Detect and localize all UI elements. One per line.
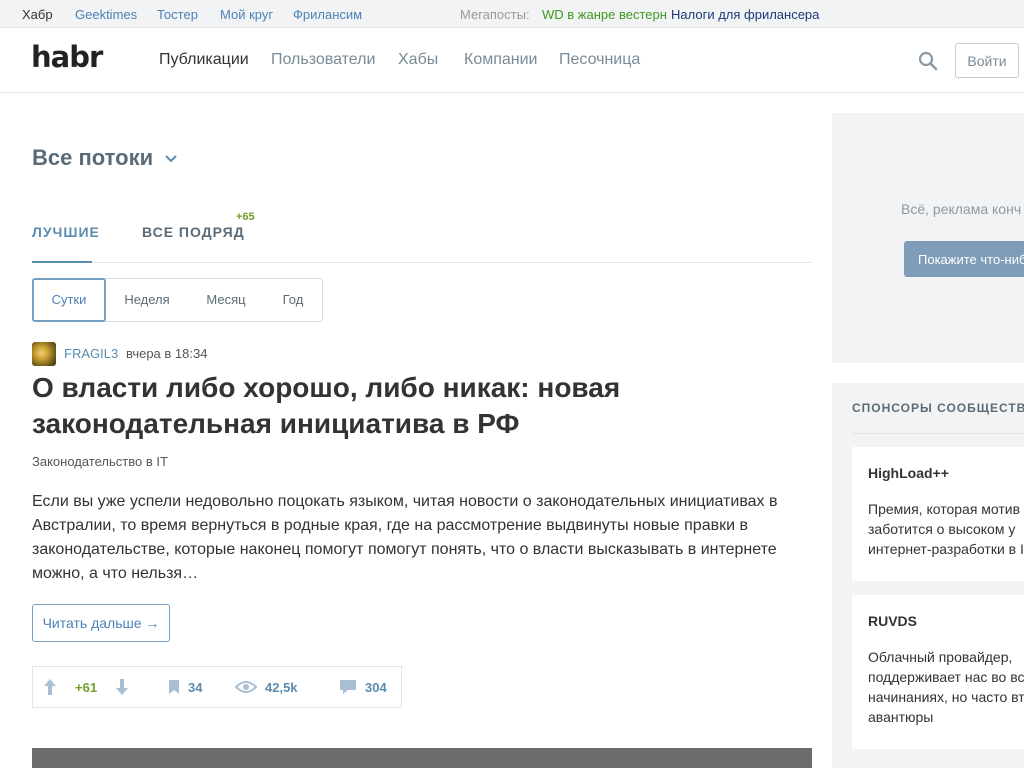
bookmark-button[interactable]: 34	[168, 667, 202, 707]
megapost-link-2[interactable]: Налоги для фрилансера	[671, 7, 819, 22]
service-link-moikrug[interactable]: Мой круг	[220, 7, 273, 22]
arrow-up-icon	[44, 679, 56, 695]
service-link-geektimes[interactable]: Geektimes	[75, 7, 137, 22]
bookmarks-count: 34	[188, 679, 203, 695]
show-something-button[interactable]: Покажите что-ниб	[904, 241, 1024, 277]
tab-best[interactable]: ЛУЧШИЕ	[32, 224, 100, 240]
author-avatar[interactable]	[32, 342, 56, 366]
next-post-banner	[32, 748, 812, 768]
megapost-link-1[interactable]: WD в жанре вестерн	[542, 7, 667, 22]
sponsor-card-ruvds[interactable]: RUVDS Облачный провайдер, поддерживает н…	[852, 595, 1024, 749]
comment-icon	[340, 680, 356, 694]
service-link-freelansim[interactable]: Фрилансим	[293, 7, 362, 22]
author-link[interactable]: FRAGIL3	[64, 346, 118, 361]
sponsor-name: RUVDS	[868, 613, 918, 629]
habr-logo[interactable]: habr	[31, 40, 103, 74]
nav-item-sandbox[interactable]: Песочница	[559, 51, 640, 69]
comments-count: 304	[365, 679, 387, 695]
views-count: 42,5k	[265, 679, 298, 695]
period-filter: Сутки Неделя Месяц Год	[32, 278, 323, 322]
period-day[interactable]: Сутки	[32, 278, 106, 322]
megaposts-label: Мегапосты:	[460, 7, 530, 22]
main-header: habr Публикации Пользователи Хабы Компан…	[0, 28, 1024, 93]
post-hub-link[interactable]: Законодательство в IT	[32, 454, 168, 469]
active-tab-indicator	[32, 261, 92, 263]
period-week[interactable]: Неделя	[117, 279, 177, 321]
ad-block: Всё, реклама конч Покажите что-ниб	[832, 113, 1024, 363]
sponsors-heading: СПОНСОРЫ СООБЩЕСТВА	[852, 401, 1024, 415]
flows-dropdown[interactable]: Все потоки	[32, 145, 177, 171]
nav-item-hubs[interactable]: Хабы	[398, 51, 438, 69]
nav-item-publications[interactable]: Публикации	[159, 51, 249, 69]
eye-icon	[235, 681, 257, 693]
nav-item-users[interactable]: Пользователи	[271, 51, 375, 69]
sponsor-card-highload[interactable]: HighLoad++ Премия, которая мотив и забот…	[852, 447, 1024, 581]
post-title[interactable]: О власти либо хорошо, либо никак: новая …	[32, 370, 792, 442]
flows-title: Все потоки	[32, 145, 154, 170]
sponsor-description: Премия, которая мотив и заботится о высо…	[868, 501, 1024, 557]
period-year[interactable]: Год	[278, 279, 308, 321]
services-bar: Хабр Geektimes Тостер Мой круг Фрилансим…	[0, 0, 1024, 28]
tabs-divider	[32, 262, 812, 263]
community-sponsors: СПОНСОРЫ СООБЩЕСТВА HighLoad++ Премия, к…	[832, 383, 1024, 768]
bookmark-icon	[169, 680, 179, 694]
post-excerpt: Если вы уже успели недовольно поцокать я…	[32, 493, 778, 582]
service-link-toster[interactable]: Тостер	[157, 7, 198, 22]
arrow-down-icon	[116, 679, 128, 695]
nav-item-companies[interactable]: Компании	[464, 51, 538, 69]
tab-all[interactable]: ВСЕ ПОДРЯД	[142, 224, 245, 240]
ad-message: Всё, реклама конч	[901, 201, 1022, 217]
sponsor-name: HighLoad++	[868, 465, 949, 481]
search-icon[interactable]	[918, 51, 938, 71]
read-more-button[interactable]: Читать дальше →	[32, 604, 170, 642]
vote-up-button[interactable]	[43, 667, 65, 707]
views-counter: 42,5k	[235, 667, 298, 707]
post-stats: +61 34 42,5k 304	[32, 666, 402, 708]
comments-link[interactable]: 304	[339, 667, 387, 707]
sponsors-divider	[852, 433, 1024, 434]
service-link-habr[interactable]: Хабр	[22, 7, 53, 22]
post-time: вчера в 18:34	[126, 346, 208, 361]
period-month[interactable]: Месяц	[201, 279, 251, 321]
new-posts-count-badge: +65	[236, 211, 255, 223]
sponsor-description: Облачный провайдер, поддерживает нас во …	[868, 649, 1024, 725]
post-score: +61	[75, 679, 98, 695]
vote-down-button[interactable]	[115, 667, 137, 707]
chevron-down-icon	[165, 155, 177, 163]
login-button[interactable]: Войти	[955, 43, 1019, 78]
